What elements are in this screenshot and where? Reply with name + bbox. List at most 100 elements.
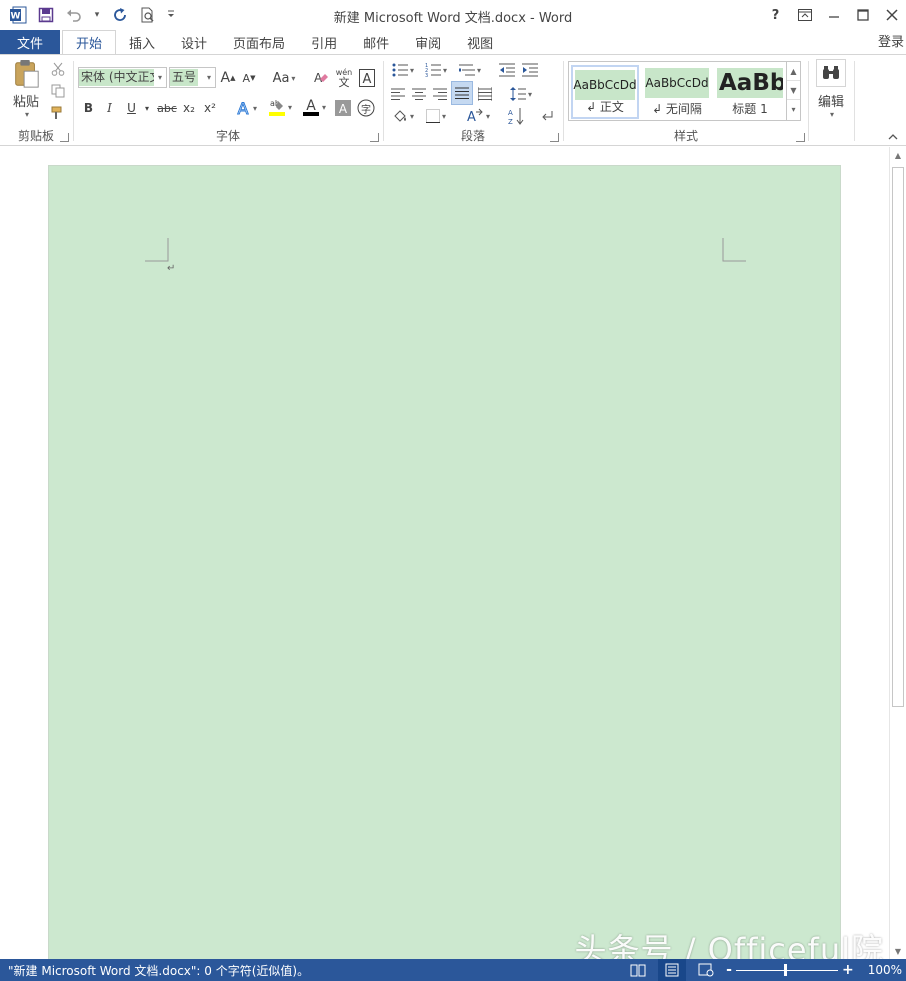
font-name-dropdown-icon[interactable]: ▾ <box>154 73 166 82</box>
decrease-indent-icon <box>499 63 515 77</box>
minimize-button[interactable] <box>819 0 848 30</box>
align-left-button[interactable] <box>388 83 408 105</box>
zoom-in-button[interactable]: + <box>842 962 854 978</box>
zoom-slider-thumb[interactable] <box>783 963 787 976</box>
tab-mailings[interactable]: 邮件 <box>350 30 402 54</box>
zoom-slider[interactable] <box>735 963 838 976</box>
zoom-level[interactable]: 100% <box>860 963 902 977</box>
tab-insert[interactable]: 插入 <box>116 30 168 54</box>
font-color-icon: A <box>302 98 319 116</box>
align-right-button[interactable] <box>430 83 450 105</box>
shading-button[interactable]: ▾ <box>388 105 418 127</box>
underline-dropdown-icon[interactable]: ▾ <box>141 97 153 119</box>
numbering-button[interactable]: 1 2 3 ▾ <box>421 59 451 81</box>
clear-formatting-button[interactable]: A <box>310 67 332 89</box>
bold-button[interactable]: B <box>80 97 97 119</box>
enclose-characters-button[interactable]: 字 <box>355 97 377 119</box>
paragraph-launcher-icon[interactable] <box>550 133 559 142</box>
close-button[interactable] <box>877 0 906 30</box>
collapse-ribbon-icon[interactable] <box>888 130 898 143</box>
editing-button[interactable]: 编辑 ▾ <box>815 59 847 119</box>
tab-references[interactable]: 引用 <box>298 30 350 54</box>
font-name-combo[interactable]: 宋体 (中文正文) ▾ <box>78 67 167 88</box>
print-layout-icon <box>665 963 679 977</box>
maximize-button[interactable] <box>848 0 877 30</box>
scroll-up-icon[interactable]: ▲ <box>890 147 906 163</box>
justify-button[interactable] <box>451 81 473 105</box>
show-hide-marks-button[interactable] <box>537 105 559 127</box>
strikethrough-button[interactable]: abc <box>156 97 178 119</box>
superscript-button[interactable]: x² <box>201 97 219 119</box>
change-case-icon: Aa <box>272 70 290 86</box>
character-border-button[interactable]: A <box>357 67 377 89</box>
window-controls: ? <box>761 0 906 30</box>
separator <box>808 61 809 141</box>
styles-gallery: AaBbCcDd ↲ 正文 AaBbCcDd ↲ 无间隔 AaBb 标题 1 ▲… <box>568 61 801 121</box>
font-size-combo[interactable]: 五号 ▾ <box>169 67 216 88</box>
scroll-down-icon[interactable]: ▼ <box>890 943 906 959</box>
style-normal[interactable]: AaBbCcDd ↲ 正文 <box>571 65 639 119</box>
shrink-font-button[interactable]: A ▼ <box>240 67 258 89</box>
styles-launcher-icon[interactable] <box>796 133 805 142</box>
paste-button[interactable]: 粘贴 ▾ <box>8 59 44 119</box>
italic-button[interactable]: I <box>101 97 118 119</box>
align-right-icon <box>433 88 447 100</box>
ribbon-display-options-button[interactable] <box>790 0 819 30</box>
tab-design[interactable]: 设计 <box>168 30 220 54</box>
subscript-button[interactable]: x₂ <box>180 97 198 119</box>
line-spacing-button[interactable]: ▾ <box>505 83 537 105</box>
clipboard-launcher-icon[interactable] <box>60 133 69 142</box>
paste-icon <box>15 59 39 88</box>
svg-text:A: A <box>467 110 476 124</box>
font-size-value: 五号 <box>170 69 199 86</box>
multilevel-list-button[interactable]: ▾ <box>455 59 485 81</box>
tab-home[interactable]: 开始 <box>62 30 117 55</box>
font-color-button[interactable]: A ▾ <box>298 95 330 119</box>
tab-file[interactable]: 文件 <box>0 30 60 54</box>
scrollbar-thumb[interactable] <box>892 167 904 707</box>
styles-scroll-up-icon[interactable]: ▲ <box>787 62 800 81</box>
svg-text:A: A <box>339 102 348 116</box>
format-painter-icon[interactable] <box>48 103 68 123</box>
tab-page-layout[interactable]: 页面布局 <box>220 30 298 54</box>
line-spacing-icon <box>509 87 526 101</box>
justify-icon <box>455 87 469 99</box>
align-center-button[interactable] <box>409 83 429 105</box>
vertical-scrollbar[interactable]: ▲ ▼ <box>889 147 906 959</box>
sign-in-link[interactable]: 登录 <box>878 31 906 50</box>
character-shading-button[interactable]: A <box>334 97 352 119</box>
style-no-spacing[interactable]: AaBbCcDd ↲ 无间隔 <box>643 65 711 119</box>
help-button[interactable]: ? <box>761 0 790 30</box>
paste-dropdown-icon: ▾ <box>24 110 29 119</box>
distributed-button[interactable] <box>475 83 495 105</box>
bullets-button[interactable]: ▾ <box>388 59 418 81</box>
clipboard-group: 粘贴 ▾ 剪贴板 <box>0 55 72 145</box>
text-effects-button[interactable]: A ▾ <box>232 97 260 119</box>
cut-icon[interactable] <box>48 59 68 79</box>
copy-icon[interactable] <box>48 81 68 101</box>
change-case-button[interactable]: Aa ▾ <box>268 67 300 89</box>
font-launcher-icon[interactable] <box>370 133 379 142</box>
read-mode-button[interactable] <box>624 959 652 981</box>
underline-button[interactable]: U <box>123 97 140 119</box>
tab-review[interactable]: 审阅 <box>402 30 454 54</box>
phonetic-guide-button[interactable]: wén 文 <box>333 65 355 91</box>
styles-more-icon[interactable]: ▾ <box>787 100 800 119</box>
borders-button[interactable]: ▾ <box>421 105 451 127</box>
document-page[interactable]: ↵ <box>48 165 841 965</box>
grow-font-button[interactable]: A ▲ <box>219 67 237 89</box>
web-layout-button[interactable] <box>692 959 720 981</box>
font-size-dropdown-icon[interactable]: ▾ <box>203 73 215 82</box>
sort-button[interactable]: AZ <box>505 105 527 127</box>
decrease-indent-button[interactable] <box>496 59 518 81</box>
zoom-out-button[interactable]: - <box>726 962 732 978</box>
word-count-status[interactable]: "新建 Microsoft Word 文档.docx": 0 个字符(近似值)。 <box>8 962 309 979</box>
increase-indent-button[interactable] <box>519 59 541 81</box>
tab-view[interactable]: 视图 <box>454 30 506 54</box>
styles-scroll-down-icon[interactable]: ▼ <box>787 81 800 100</box>
print-layout-button[interactable] <box>658 959 687 981</box>
style-heading-1-preview: AaBb <box>717 68 783 98</box>
highlight-color-button[interactable]: ab ▾ <box>264 95 296 119</box>
style-heading-1[interactable]: AaBb 标题 1 <box>715 65 785 119</box>
chinese-layout-button[interactable]: A ▾ <box>463 105 493 127</box>
